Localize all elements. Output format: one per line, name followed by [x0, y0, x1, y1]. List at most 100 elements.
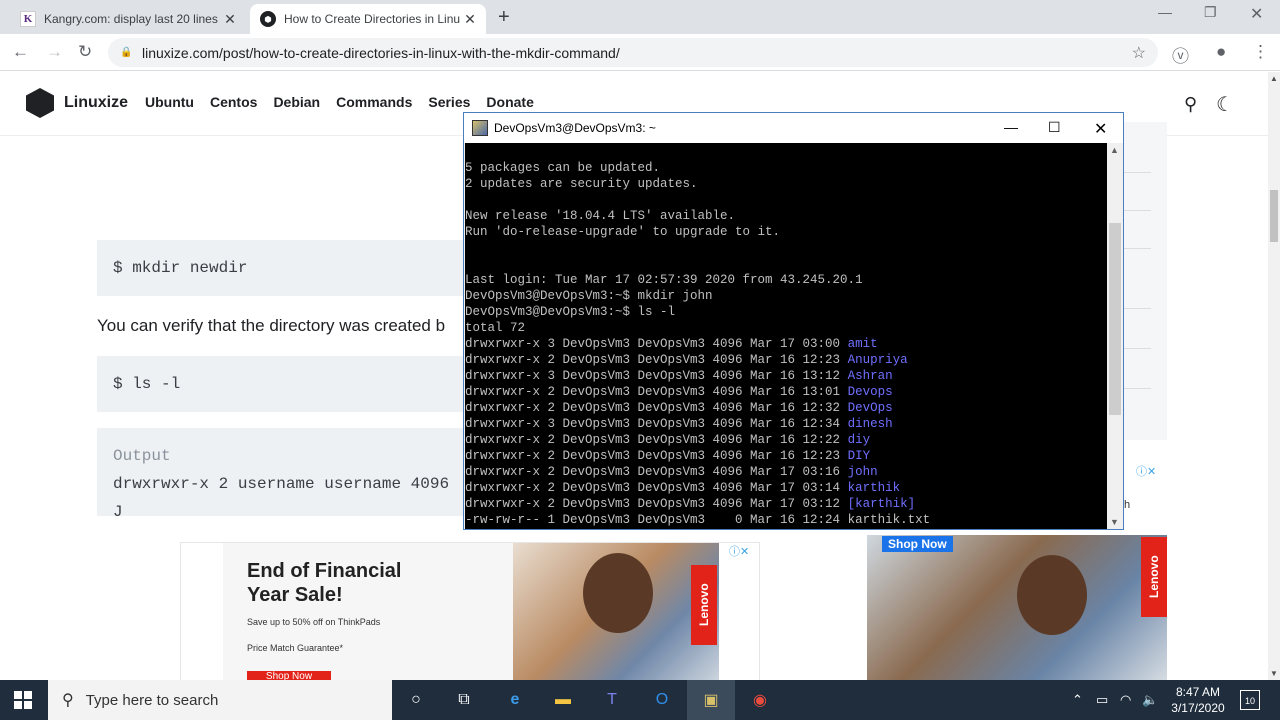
url-text[interactable]: linuxize.com/post/how-to-create-director… — [142, 45, 1132, 61]
tab-linuxize[interactable]: ⬢ How to Create Directories in Linux ✕ — [250, 4, 486, 34]
listing-name: karthik.txt — [847, 513, 931, 527]
new-tab-button[interactable]: + — [498, 6, 510, 29]
close-tab-icon[interactable]: ✕ — [220, 11, 240, 28]
putty-title-bar[interactable]: DevOpsVm3@DevOpsVm3: ~ — ☐ ✕ — [464, 113, 1123, 143]
person-photo — [583, 553, 653, 633]
file-explorer-icon[interactable]: ▬ — [551, 688, 575, 712]
lock-icon: 🔒 — [120, 46, 133, 58]
putty-icon — [472, 120, 488, 136]
menu-item-commands[interactable]: Commands — [336, 94, 412, 110]
advertisement-side[interactable]: Shop Now Lenovo — [867, 535, 1167, 680]
listing-line: -rw-rw-r-- 1 DevOpsVm3 DevOpsVm3 0 Mar 1… — [465, 512, 1107, 528]
listing-name: Devops — [847, 385, 893, 399]
minimize-icon[interactable]: — — [1004, 119, 1018, 135]
ad-content[interactable]: End of Financial Year Sale! Save up to 5… — [223, 543, 719, 680]
cortana-icon[interactable]: ○ — [404, 688, 428, 712]
listing-name: Anupriya — [847, 353, 908, 367]
listing-meta: drwxrwxr-x 2 DevOpsVm3 DevOpsVm3 4096 Ma… — [465, 449, 848, 463]
sidebar-panel — [1124, 122, 1167, 440]
listing-name: DevOps — [847, 401, 893, 415]
listing-meta: drwxrwxr-x 2 DevOpsVm3 DevOpsVm3 4096 Ma… — [465, 353, 848, 367]
search-icon[interactable]: ⚲ — [1184, 94, 1197, 115]
listing-name: Ashran — [847, 369, 893, 383]
ad-headline-line: End of Financial — [247, 560, 402, 582]
tab-title: Kangry.com: display last 20 lines — [44, 12, 218, 26]
listing-meta: drwxrwxr-x 3 DevOpsVm3 DevOpsVm3 4096 Ma… — [465, 369, 848, 383]
ad-shop-button[interactable]: Shop Now — [247, 671, 331, 680]
restore-icon[interactable]: ❐ — [1204, 4, 1217, 21]
article-paragraph: You can verify that the directory was cr… — [97, 316, 446, 335]
wifi-icon[interactable]: ◠ — [1120, 692, 1131, 708]
kebab-menu-icon[interactable]: ⋮ — [1252, 42, 1269, 62]
menu-item-donate[interactable]: Donate — [486, 94, 533, 110]
person-photo — [1017, 555, 1087, 635]
task-view-icon[interactable]: ⧉ — [452, 688, 476, 712]
adchoices-icon[interactable]: ⓘ✕ — [1136, 463, 1156, 479]
terminal-line: 2 updates are security updates. — [465, 177, 698, 191]
terminal-line: Run 'do-release-upgrade' to upgrade to i… — [465, 225, 781, 239]
back-arrow-icon[interactable]: ← — [12, 42, 29, 62]
volume-icon[interactable]: 🔈 — [1142, 692, 1158, 708]
chevron-up-icon[interactable]: ⌃ — [1072, 692, 1083, 708]
minimize-icon[interactable]: — — [1158, 4, 1172, 20]
profile-icon[interactable]: ● — [1216, 42, 1226, 62]
notification-badge[interactable]: 10 — [1240, 690, 1260, 710]
forward-arrow-icon[interactable]: → — [46, 42, 63, 62]
taskbar-search[interactable]: ⚲ Type here to search — [48, 680, 392, 720]
listing-line: drwxrwxr-x 2 DevOpsVm3 DevOpsVm3 4096 Ma… — [465, 496, 1107, 512]
star-icon[interactable]: ☆ — [1132, 43, 1146, 63]
extension-icon[interactable]: ⓥ — [1172, 42, 1189, 67]
output-block: Output drwxrwxr-x 2 username username 40… — [97, 428, 477, 521]
sidebar-divider — [1124, 348, 1151, 349]
listing-meta: drwxrwxr-x 2 DevOpsVm3 DevOpsVm3 4096 Ma… — [465, 433, 848, 447]
ad-shop-button[interactable]: Shop Now — [882, 536, 953, 552]
tab-kangry[interactable]: K Kangry.com: display last 20 lines ✕ — [10, 4, 246, 34]
terminal-line: New release '18.04.4 LTS' available. — [465, 209, 736, 223]
putty-window[interactable]: DevOpsVm3@DevOpsVm3: ~ — ☐ ✕ 5 packages … — [463, 112, 1124, 530]
toolbar: ← → ↻ 🔒 linuxize.com/post/how-to-create-… — [0, 34, 1280, 71]
scroll-up-icon[interactable]: ▲ — [1110, 145, 1119, 155]
listing-meta: drwxrwxr-x 3 DevOpsVm3 DevOpsVm3 4096 Ma… — [465, 417, 848, 431]
outlook-icon[interactable]: O — [650, 688, 674, 712]
sidebar-divider — [1124, 308, 1151, 309]
site-menu: Ubuntu Centos Debian Commands Series Don… — [145, 94, 534, 110]
scrollbar-thumb[interactable] — [1270, 190, 1278, 242]
menu-item-centos[interactable]: Centos — [210, 94, 257, 110]
close-window-icon[interactable]: ✕ — [1094, 119, 1107, 139]
listing-line: drwxrwxr-x 2 DevOpsVm3 DevOpsVm3 4096 Ma… — [465, 480, 1107, 496]
linuxize-logo-icon[interactable] — [26, 88, 54, 118]
dark-mode-moon-icon[interactable]: ☾ — [1216, 92, 1234, 117]
address-bar[interactable]: 🔒 linuxize.com/post/how-to-create-direct… — [108, 38, 1158, 67]
menu-item-series[interactable]: Series — [428, 94, 470, 110]
adchoices-icon[interactable]: ⓘ✕ — [729, 543, 749, 559]
scroll-down-icon[interactable]: ▼ — [1270, 669, 1278, 678]
scroll-down-icon[interactable]: ▼ — [1110, 517, 1119, 527]
chrome-icon[interactable]: ◉ — [748, 688, 772, 712]
terminal-output[interactable]: 5 packages can be updated. 2 updates are … — [465, 143, 1107, 529]
menu-item-debian[interactable]: Debian — [273, 94, 320, 110]
scroll-up-icon[interactable]: ▲ — [1270, 74, 1278, 83]
reload-icon[interactable]: ↻ — [78, 42, 92, 62]
lenovo-logo: Lenovo — [1141, 537, 1167, 617]
windows-taskbar: ⚲ Type here to search ○ ⧉ e ▬ T O ▣ ◉ ⌃ … — [0, 680, 1280, 720]
maximize-icon[interactable]: ☐ — [1048, 119, 1061, 136]
advertisement-banner[interactable]: End of Financial Year Sale! Save up to 5… — [180, 542, 760, 680]
close-window-icon[interactable]: ✕ — [1250, 4, 1263, 24]
scrollbar-thumb[interactable] — [1109, 223, 1121, 415]
terminal-scrollbar[interactable]: ▲ ▼ — [1107, 143, 1123, 529]
battery-icon[interactable]: ▭ — [1096, 692, 1108, 708]
windows-start-icon[interactable] — [14, 691, 32, 709]
edge-icon[interactable]: e — [503, 688, 527, 712]
page-scrollbar[interactable]: ▲ ▼ — [1268, 72, 1280, 680]
putty-title: DevOpsVm3@DevOpsVm3: ~ — [494, 121, 656, 135]
teams-icon[interactable]: T — [600, 688, 624, 712]
taskbar-clock[interactable]: 8:47 AM 3/17/2020 — [1162, 684, 1234, 716]
listing-line: drwxrwxr-x 2 DevOpsVm3 DevOpsVm3 4096 Ma… — [465, 432, 1107, 448]
menu-item-ubuntu[interactable]: Ubuntu — [145, 94, 194, 110]
site-brand[interactable]: Linuxize — [64, 94, 128, 112]
close-tab-icon[interactable]: ✕ — [460, 11, 480, 28]
clock-time: 8:47 AM — [1175, 685, 1221, 699]
putty-icon[interactable]: ▣ — [699, 688, 723, 712]
